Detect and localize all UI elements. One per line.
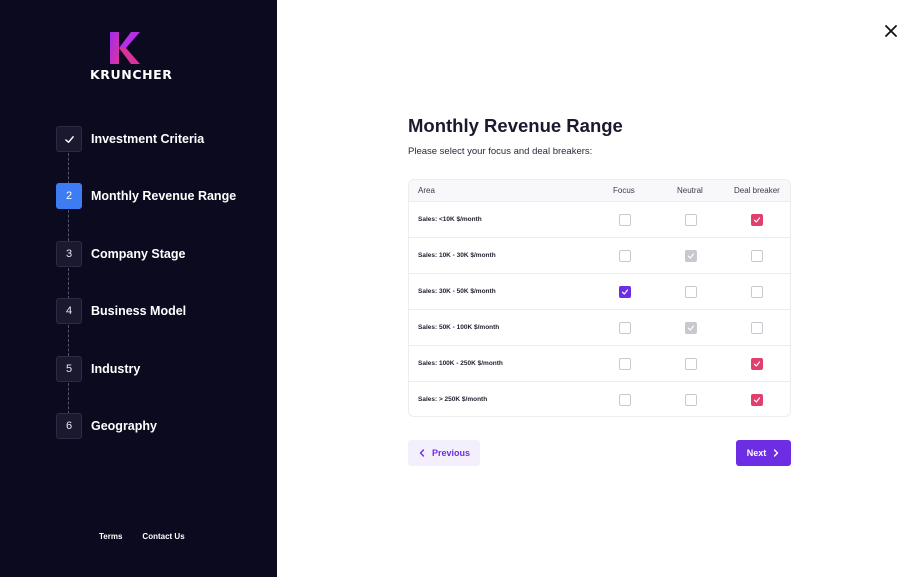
step-monthly-revenue-range[interactable]: 2 Monthly Revenue Range	[56, 183, 266, 209]
step-marker-done	[56, 126, 82, 152]
step-connector	[68, 153, 69, 184]
step-label: Company Stage	[91, 247, 186, 261]
column-header-neutral: Neutral	[677, 186, 703, 195]
check-icon	[753, 361, 761, 367]
row-area-label: Sales: 100K - 250K $/month	[418, 360, 503, 367]
step-label: Investment Criteria	[91, 132, 205, 146]
step-marker: 3	[56, 241, 82, 267]
step-business-model[interactable]: 4 Business Model	[56, 298, 266, 324]
check-icon	[621, 289, 629, 295]
neutral-checkbox[interactable]	[685, 394, 697, 406]
table-row: Sales: 50K - 100K $/month	[409, 310, 790, 346]
terms-link[interactable]: Terms	[99, 532, 122, 541]
kruncher-logo-icon	[110, 32, 140, 64]
step-marker: 5	[56, 356, 82, 382]
check-icon	[753, 397, 761, 403]
step-label: Geography	[91, 419, 157, 433]
step-connector	[68, 210, 69, 241]
next-button[interactable]: Next	[736, 440, 791, 466]
previous-button-label: Previous	[431, 448, 471, 458]
row-area-label: Sales: 50K - 100K $/month	[418, 324, 500, 331]
row-area-label: Sales: 10K - 30K $/month	[418, 252, 496, 259]
column-header-focus: Focus	[613, 186, 635, 195]
step-marker: 6	[56, 413, 82, 439]
deal-checkbox[interactable]	[751, 358, 763, 370]
deal-checkbox[interactable]	[751, 394, 763, 406]
table-row: Sales: > 250K $/month	[409, 382, 790, 416]
check-icon	[687, 253, 695, 259]
sidebar-footer: Terms Contact Us	[99, 532, 185, 541]
check-icon	[687, 325, 695, 331]
step-marker-active: 2	[56, 183, 82, 209]
focus-checkbox[interactable]	[619, 394, 631, 406]
sidebar: KRUNCHER Investment Criteria 2 Monthly R…	[0, 0, 277, 577]
table-header: Area Focus Neutral Deal breaker	[409, 180, 790, 202]
table-row: Sales: <10K $/month	[409, 202, 790, 238]
deal-checkbox[interactable]	[751, 322, 763, 334]
deal-checkbox[interactable]	[751, 286, 763, 298]
focus-checkbox[interactable]	[619, 214, 631, 226]
focus-checkbox[interactable]	[619, 250, 631, 262]
revenue-range-table: Area Focus Neutral Deal breaker Sales: <…	[408, 179, 791, 417]
focus-checkbox[interactable]	[619, 322, 631, 334]
close-button[interactable]	[883, 23, 899, 39]
chevron-right-icon	[774, 449, 779, 457]
step-label: Business Model	[91, 304, 187, 318]
step-investment-criteria[interactable]: Investment Criteria	[56, 126, 266, 152]
focus-checkbox[interactable]	[619, 286, 631, 298]
step-marker: 4	[56, 298, 82, 324]
check-icon	[64, 135, 74, 143]
page-subtitle: Please select your focus and deal breake…	[408, 146, 593, 157]
close-icon	[885, 25, 897, 37]
step-connector	[68, 325, 69, 356]
deal-checkbox[interactable]	[751, 250, 763, 262]
neutral-checkbox[interactable]	[685, 250, 697, 262]
step-connector	[68, 383, 69, 414]
column-header-deal-breaker: Deal breaker	[734, 186, 780, 195]
row-area-label: Sales: <10K $/month	[418, 216, 482, 223]
step-label: Industry	[91, 362, 141, 376]
step-company-stage[interactable]: 3 Company Stage	[56, 241, 266, 267]
column-header-area: Area	[418, 186, 435, 195]
neutral-checkbox[interactable]	[685, 214, 697, 226]
chevron-left-icon	[419, 449, 425, 457]
neutral-checkbox[interactable]	[685, 286, 697, 298]
page-title: Monthly Revenue Range	[408, 115, 623, 136]
focus-checkbox[interactable]	[619, 358, 631, 370]
row-area-label: Sales: > 250K $/month	[418, 396, 488, 403]
table-row: Sales: 10K - 30K $/month	[409, 238, 790, 274]
next-button-label: Next	[746, 448, 767, 458]
step-connector	[68, 268, 69, 299]
table-body: Sales: <10K $/month Sales: 10K - 30K $/mo…	[409, 202, 790, 416]
previous-button[interactable]: Previous	[408, 440, 480, 466]
neutral-checkbox[interactable]	[685, 322, 697, 334]
brand-name: KRUNCHER	[90, 67, 173, 82]
contact-us-link[interactable]: Contact Us	[142, 532, 184, 541]
table-row: Sales: 100K - 250K $/month	[409, 346, 790, 382]
deal-checkbox[interactable]	[751, 214, 763, 226]
table-row: Sales: 30K - 50K $/month	[409, 274, 790, 310]
kruncher-logo: KRUNCHER	[90, 32, 173, 82]
row-area-label: Sales: 30K - 50K $/month	[418, 288, 496, 295]
step-industry[interactable]: 5 Industry	[56, 356, 266, 382]
step-label: Monthly Revenue Range	[91, 189, 237, 203]
step-geography[interactable]: 6 Geography	[56, 413, 266, 439]
neutral-checkbox[interactable]	[685, 358, 697, 370]
check-icon	[753, 217, 761, 223]
